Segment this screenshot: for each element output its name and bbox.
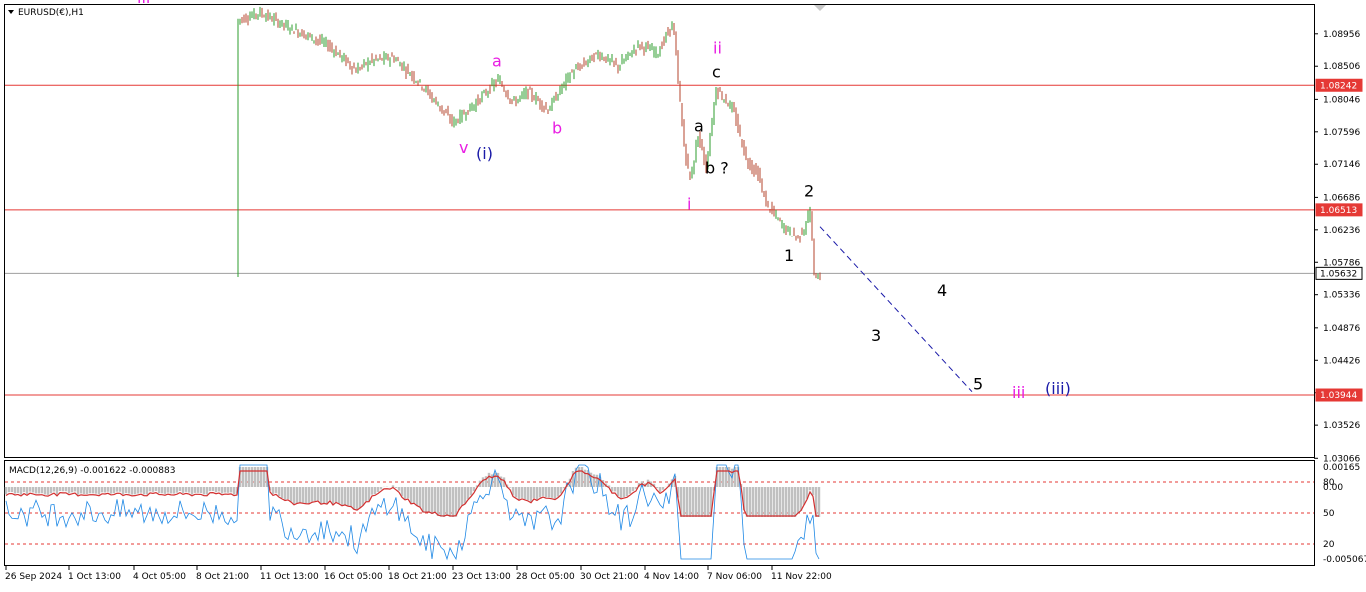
x-tick-label: 7 Nov 06:00 (707, 572, 762, 582)
y-tick-label: 1.08956 (1323, 30, 1360, 40)
y-tick-label: 1.06236 (1323, 226, 1360, 236)
wave-label: a (492, 52, 502, 71)
y-tick-label: 1.05336 (1323, 291, 1360, 301)
price-level-tag: 1.03944 (1315, 388, 1363, 402)
wave-label: 3 (871, 326, 881, 345)
wave-label: b ? (705, 158, 729, 177)
x-tick-label: 23 Oct 13:00 (452, 572, 511, 582)
main-panel-frame (4, 4, 1315, 458)
wave-label: a (694, 117, 704, 136)
x-tick-label: 28 Oct 05:00 (516, 572, 575, 582)
y-tick-label: 1.07146 (1323, 160, 1360, 170)
wave-label: c (712, 62, 721, 81)
price-level-label: 1.08242 (1320, 81, 1357, 91)
price-axis: 1.08956 1.08506 1.08046 1.07596 1.07146 1.066… (1314, 30, 1363, 464)
x-tick-label: 16 Oct 05:00 (324, 572, 383, 582)
wave-label: i (687, 194, 691, 213)
macd-label: MACD(12,26,9) -0.001622 -0.000883 (9, 466, 175, 476)
y-tick-label: 1.08506 (1323, 62, 1360, 72)
y-tick-label: 1.03066 (1323, 454, 1360, 464)
price-level-label: 1.03944 (1320, 391, 1357, 401)
y-tick-label: 1.07596 (1323, 128, 1360, 138)
wave-label: iii (137, 0, 150, 7)
x-tick-label: 11 Oct 13:00 (260, 572, 319, 582)
time-axis: 26 Sep 2024 1 Oct 13:00 4 Oct 05:00 8 Oct 2… (5, 566, 832, 582)
wave-label: 1 (784, 246, 794, 265)
price-level-tag: 1.05632 (1315, 266, 1363, 280)
price-level-label: 1.05632 (1320, 269, 1357, 279)
price-level-label: 1.06513 (1320, 206, 1357, 216)
y-tick-label: 1.08046 (1323, 95, 1360, 105)
y-tick-label: 1.04876 (1323, 324, 1360, 334)
y-tick-label: 1.05786 (1323, 258, 1360, 268)
chart-title: EURUSD(€),H1 (18, 8, 84, 18)
wave-label: 2 (804, 181, 814, 200)
wave-label: ii (713, 39, 722, 58)
x-tick-label: 18 Oct 21:00 (388, 572, 447, 582)
x-tick-label: 8 Oct 21:00 (196, 572, 249, 582)
wave-label: 4 (937, 281, 947, 300)
x-tick-label: 11 Nov 22:00 (771, 572, 832, 582)
x-tick-label: 26 Sep 2024 (5, 572, 62, 582)
x-tick-label: 1 Oct 13:00 (68, 572, 121, 582)
wave-label: b (552, 119, 562, 138)
chart-svg[interactable]: iiiabv(i)iicab ?i21435iii(iii) 0.001650.… (0, 0, 1366, 588)
x-tick-label: 30 Oct 21:00 (580, 572, 639, 582)
x-tick-label: 4 Nov 14:00 (644, 572, 699, 582)
wave-label: 5 (973, 375, 983, 394)
y-tick-label: 1.06686 (1323, 193, 1360, 203)
wave-label: v (459, 138, 468, 157)
trading-chart[interactable]: iiiabv(i)iicab ?i21435iii(iii) 0.001650.… (0, 0, 1366, 588)
x-tick-label: 4 Oct 05:00 (133, 572, 186, 582)
macd-level-label: 20 (1323, 540, 1335, 550)
wave-label: (i) (476, 144, 493, 163)
macd-level-label: 50 (1323, 509, 1335, 519)
wave-label: iii (1012, 383, 1025, 402)
wave-label: (iii) (1045, 379, 1071, 398)
price-level-tag: 1.06513 (1315, 203, 1363, 217)
y-tick-label: 1.03526 (1323, 421, 1360, 431)
price-level-tag: 1.08242 (1315, 78, 1363, 92)
y-tick-label: 1.04426 (1323, 356, 1360, 366)
macd-tick-label: 0.00165 (1323, 463, 1360, 473)
macd-level-label: 80 (1323, 478, 1335, 488)
macd-tick-label: -0.005067 (1323, 555, 1366, 565)
